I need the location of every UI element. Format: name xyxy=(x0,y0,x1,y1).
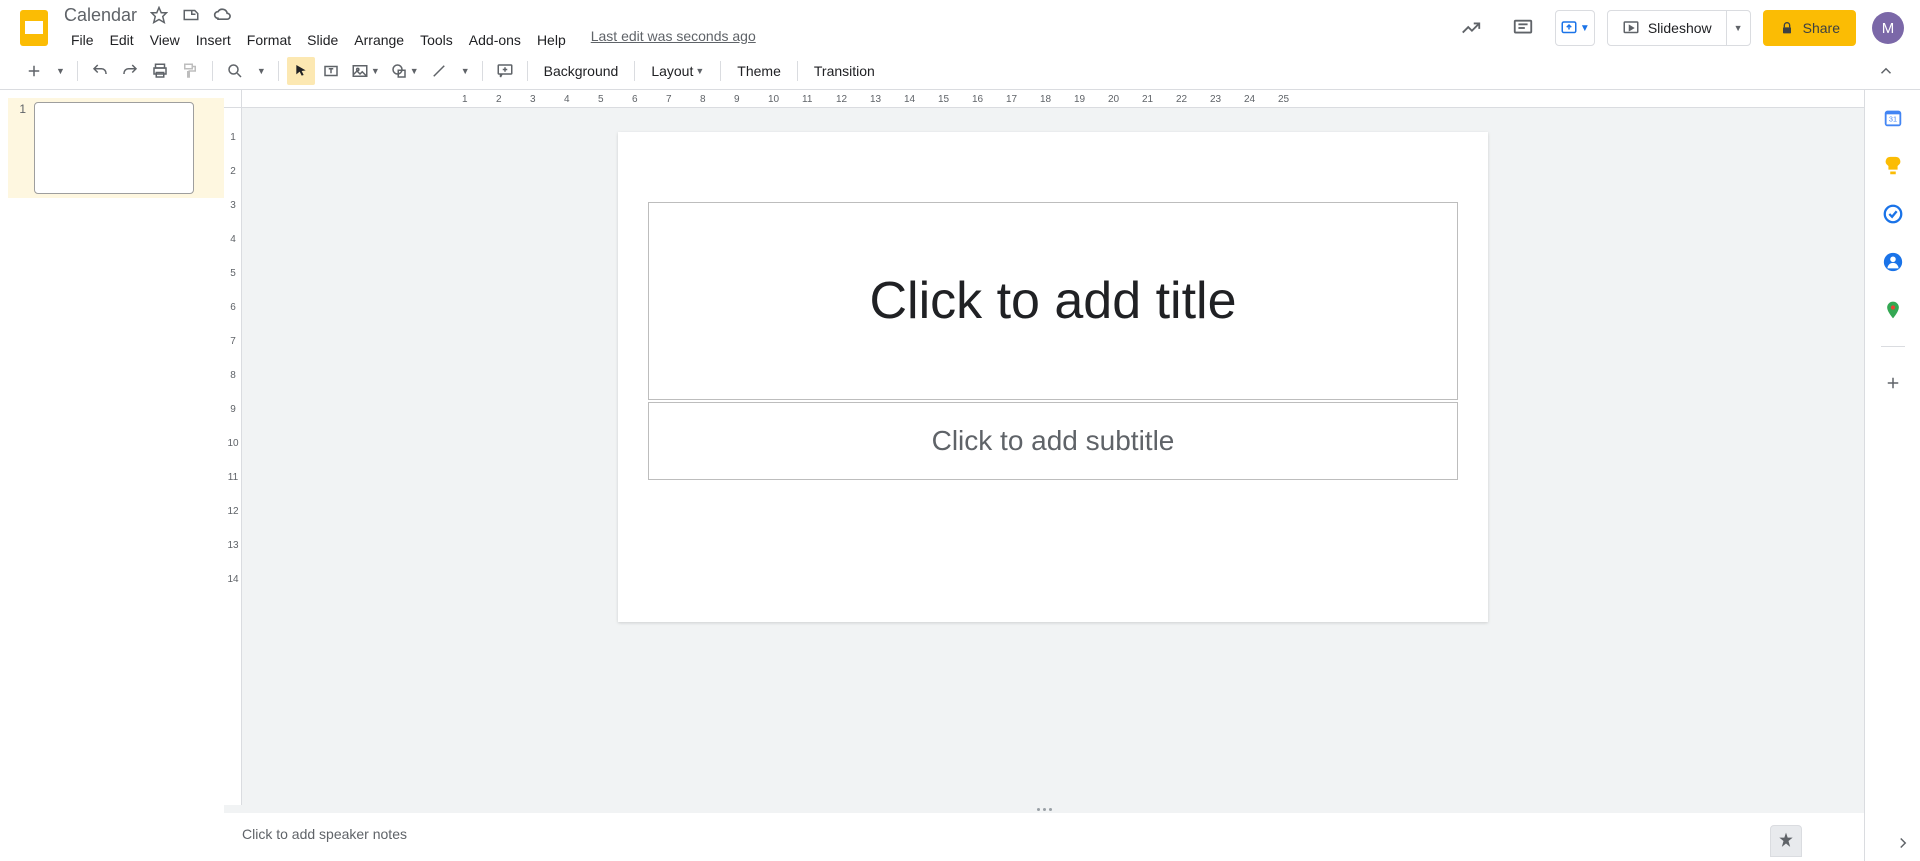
caret-down-icon: ▼ xyxy=(1580,23,1590,34)
slide-thumbnail-row[interactable]: 1 xyxy=(8,98,224,198)
move-icon[interactable] xyxy=(181,5,201,25)
lock-icon xyxy=(1779,20,1795,36)
explore-button[interactable] xyxy=(1770,825,1802,857)
slideshow-button[interactable]: Slideshow xyxy=(1608,11,1726,45)
share-label: Share xyxy=(1803,20,1840,36)
activity-icon[interactable] xyxy=(1451,8,1491,48)
menu-slide[interactable]: Slide xyxy=(300,28,345,52)
account-avatar[interactable]: M xyxy=(1872,12,1904,44)
background-button[interactable]: Background xyxy=(536,57,627,85)
title-placeholder-box[interactable]: Click to add title xyxy=(648,202,1458,400)
slide-number: 1 xyxy=(12,102,26,194)
slideshow-button-group: Slideshow ▼ xyxy=(1607,10,1751,46)
maps-addon-icon[interactable] xyxy=(1881,298,1905,322)
textbox-tool[interactable] xyxy=(317,57,345,85)
menu-addons[interactable]: Add-ons xyxy=(462,28,528,52)
menu-view[interactable]: View xyxy=(143,28,187,52)
menu-edit[interactable]: Edit xyxy=(103,28,141,52)
hide-side-panel-button[interactable] xyxy=(1894,834,1912,855)
canvas-area: 1234567891011121314151617181920212223242… xyxy=(224,90,1864,861)
caret-down-icon: ▼ xyxy=(695,66,704,76)
title-placeholder-text: Click to add title xyxy=(869,271,1236,331)
tasks-addon-icon[interactable] xyxy=(1881,202,1905,226)
paint-format-button[interactable] xyxy=(176,57,204,85)
ruler-corner xyxy=(224,90,242,108)
separator xyxy=(278,61,279,81)
menu-insert[interactable]: Insert xyxy=(189,28,238,52)
separator xyxy=(77,61,78,81)
separator xyxy=(527,61,528,81)
print-button[interactable] xyxy=(146,57,174,85)
new-slide-button[interactable] xyxy=(20,57,48,85)
menu-format[interactable]: Format xyxy=(240,28,298,52)
ruler-vertical[interactable]: 1234567891011121314 xyxy=(224,108,242,805)
present-icon xyxy=(1622,19,1640,37)
doc-title[interactable]: Calendar xyxy=(64,5,137,26)
subtitle-placeholder-text: Click to add subtitle xyxy=(932,425,1175,457)
present-upload-button[interactable]: ▼ xyxy=(1555,10,1595,46)
cloud-status-icon[interactable] xyxy=(213,5,233,25)
calendar-addon-icon[interactable]: 31 xyxy=(1881,106,1905,130)
slide-canvas[interactable]: Click to add title Click to add subtitle xyxy=(618,132,1488,622)
image-tool[interactable]: ▼ xyxy=(347,57,384,85)
layout-button[interactable]: Layout▼ xyxy=(643,57,712,85)
share-button[interactable]: Share xyxy=(1763,10,1856,46)
subtitle-placeholder-box[interactable]: Click to add subtitle xyxy=(648,402,1458,480)
line-tool[interactable] xyxy=(425,57,453,85)
comment-button[interactable] xyxy=(491,57,519,85)
menubar: File Edit View Insert Format Slide Arran… xyxy=(64,28,1451,52)
menu-tools[interactable]: Tools xyxy=(413,28,460,52)
line-dropdown[interactable]: ▼ xyxy=(455,57,474,85)
svg-text:31: 31 xyxy=(1888,115,1896,124)
separator xyxy=(482,61,483,81)
slideshow-label: Slideshow xyxy=(1648,20,1712,36)
menu-arrange[interactable]: Arrange xyxy=(347,28,411,52)
theme-button[interactable]: Theme xyxy=(729,57,789,85)
separator xyxy=(634,61,635,81)
separator xyxy=(797,61,798,81)
undo-button[interactable] xyxy=(86,57,114,85)
new-slide-dropdown[interactable]: ▼ xyxy=(50,57,69,85)
shape-tool[interactable]: ▼ xyxy=(386,57,423,85)
slide-panel: 1 xyxy=(0,90,224,861)
separator xyxy=(720,61,721,81)
collapse-toolbar-button[interactable] xyxy=(1872,57,1900,85)
zoom-dropdown[interactable]: ▼ xyxy=(251,57,270,85)
side-panel: 31 xyxy=(1864,90,1920,861)
notes-resize-handle[interactable] xyxy=(224,805,1864,813)
zoom-button[interactable] xyxy=(221,57,249,85)
menu-file[interactable]: File xyxy=(64,28,101,52)
menu-help[interactable]: Help xyxy=(530,28,573,52)
slide-thumbnail[interactable] xyxy=(34,102,194,194)
slideshow-dropdown[interactable]: ▼ xyxy=(1726,11,1750,45)
last-edit-link[interactable]: Last edit was seconds ago xyxy=(591,28,756,52)
ruler-horizontal[interactable]: 1234567891011121314151617181920212223242… xyxy=(242,90,1864,108)
speaker-notes[interactable]: Click to add speaker notes xyxy=(224,813,1864,861)
keep-addon-icon[interactable] xyxy=(1881,154,1905,178)
separator xyxy=(1881,346,1905,347)
star-icon[interactable] xyxy=(149,5,169,25)
transition-button[interactable]: Transition xyxy=(806,57,883,85)
redo-button[interactable] xyxy=(116,57,144,85)
separator xyxy=(212,61,213,81)
app-logo[interactable] xyxy=(16,10,52,46)
layout-label: Layout xyxy=(651,63,693,79)
select-tool[interactable] xyxy=(287,57,315,85)
toolbar: ▼ ▼ ▼ ▼ ▼ Background Layout▼ Theme Trans… xyxy=(0,52,1920,90)
contacts-addon-icon[interactable] xyxy=(1881,250,1905,274)
comments-icon[interactable] xyxy=(1503,8,1543,48)
add-addon-button[interactable] xyxy=(1881,371,1905,395)
